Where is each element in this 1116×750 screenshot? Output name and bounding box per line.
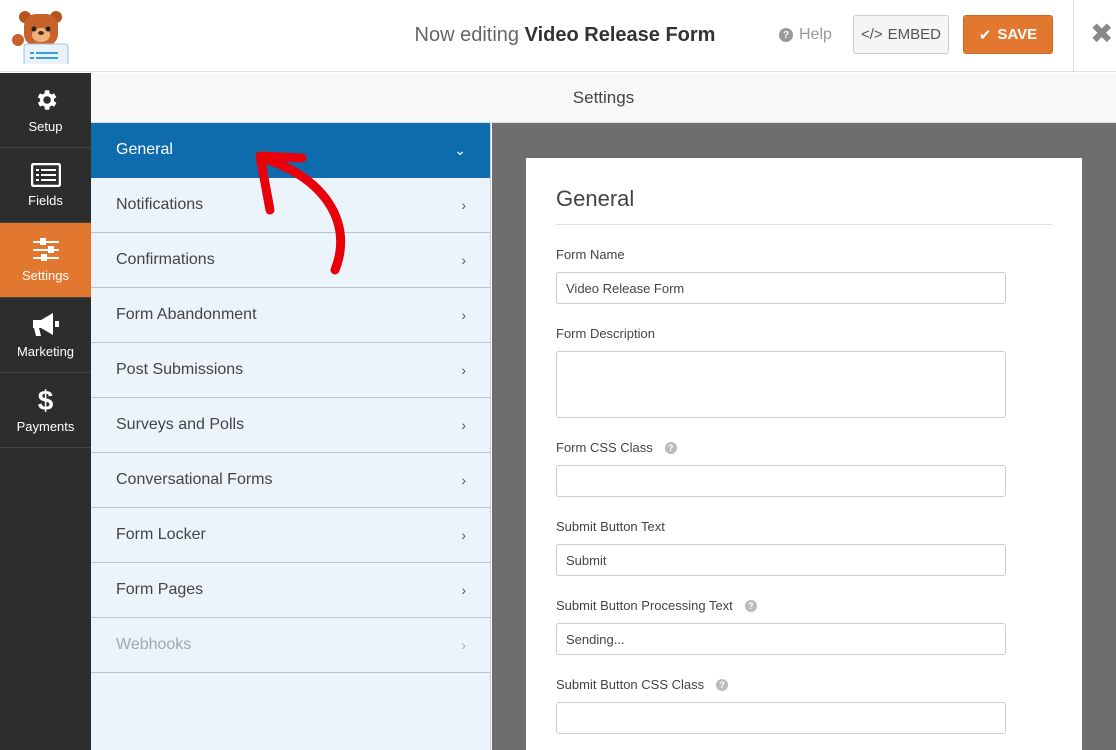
label-text: Submit Button Processing Text — [556, 598, 733, 613]
submit-button-text-label: Submit Button Text — [556, 519, 1052, 534]
label-text: Form Name — [556, 247, 625, 262]
sidebar-label: Settings — [22, 267, 69, 283]
form-name-input[interactable] — [556, 272, 1006, 304]
help-label: Help — [799, 26, 832, 43]
form-name-title: Video Release Form — [524, 24, 716, 46]
dollar-icon: $ — [37, 384, 54, 416]
sidebar-label: Payments — [16, 418, 75, 434]
chevron-down-icon: ⌄ — [454, 141, 466, 158]
chevron-right-icon: › — [461, 472, 466, 488]
help-button[interactable]: ? Help — [779, 26, 832, 44]
save-button[interactable]: ✔ SAVE — [963, 15, 1053, 54]
form-name-label: Form Name — [556, 247, 1052, 262]
panel-item-form-pages[interactable]: Form Pages › — [91, 563, 490, 618]
panel-item-post-submissions[interactable]: Post Submissions › — [91, 343, 490, 398]
sidebar-label: Fields — [28, 192, 63, 208]
panel-label: Webhooks — [116, 636, 192, 653]
sidebar-item-setup[interactable]: Setup — [0, 73, 91, 148]
help-tooltip-icon[interactable]: ? — [744, 599, 757, 612]
submit-button-text-input[interactable] — [556, 544, 1006, 576]
chevron-right-icon: › — [461, 417, 466, 433]
gear-icon — [37, 89, 56, 110]
panel-item-surveys-polls[interactable]: Surveys and Polls › — [91, 398, 490, 453]
chevron-right-icon: › — [461, 637, 466, 653]
list-icon — [30, 162, 61, 187]
panel-item-general[interactable]: General ⌄ — [91, 123, 490, 178]
chevron-right-icon: › — [461, 527, 466, 543]
chevron-right-icon: › — [461, 197, 466, 213]
panel-item-form-locker[interactable]: Form Locker › — [91, 508, 490, 563]
sidebar-item-payments[interactable]: $ Payments — [0, 373, 91, 448]
embed-label: EMBED — [887, 26, 942, 43]
panel-item-form-abandonment[interactable]: Form Abandonment › — [91, 288, 490, 343]
chevron-right-icon: › — [461, 307, 466, 323]
sliders-icon — [32, 237, 59, 261]
label-text: Submit Button Text — [556, 519, 665, 534]
form-css-class-label: Form CSS Class ? — [556, 440, 1052, 455]
panel-item-conversational-forms[interactable]: Conversational Forms › — [91, 453, 490, 508]
panel-label: Conversational Forms — [116, 471, 273, 488]
panel-label: Form Pages — [116, 581, 204, 598]
submit-processing-text-input[interactable] — [556, 623, 1006, 655]
builder-sidebar: Setup Fields Settings Marketing $ Paymen… — [0, 73, 91, 750]
top-bar: Now editing Video Release Form ? Help </… — [0, 0, 1116, 72]
section-title: General — [556, 158, 1052, 225]
panel-label: Post Submissions — [116, 361, 244, 378]
panel-label: Surveys and Polls — [116, 416, 245, 433]
checkmark-icon: ✔ — [978, 26, 992, 44]
chevron-right-icon: › — [461, 362, 466, 378]
chevron-right-icon: › — [461, 252, 466, 268]
general-settings-card: General Form Name Form Description Form … — [526, 158, 1082, 750]
panel-label: Notifications — [116, 196, 204, 213]
label-text: Form Description — [556, 326, 655, 341]
help-tooltip-icon[interactable]: ? — [664, 441, 677, 454]
form-description-textarea[interactable] — [556, 351, 1006, 418]
chevron-right-icon: › — [461, 582, 466, 598]
panel-label: Form Abandonment — [116, 306, 257, 323]
divider — [1073, 0, 1074, 72]
title-prefix: Now editing — [414, 24, 520, 46]
sidebar-item-marketing[interactable]: Marketing — [0, 298, 91, 373]
code-icon: </> — [860, 26, 883, 43]
panel-item-confirmations[interactable]: Confirmations › — [91, 233, 490, 288]
form-css-class-input[interactable] — [556, 465, 1006, 497]
close-icon[interactable]: ✖ — [1090, 20, 1113, 48]
sidebar-label: Setup — [28, 118, 63, 134]
settings-header: Settings — [91, 73, 1116, 123]
sidebar-item-fields[interactable]: Fields — [0, 148, 91, 223]
panel-item-webhooks[interactable]: Webhooks › — [91, 618, 490, 673]
panel-label: Confirmations — [116, 251, 215, 268]
label-text: Submit Button CSS Class — [556, 677, 705, 692]
panel-label: Form Locker — [116, 526, 206, 543]
settings-panel-list: General ⌄ Notifications › Confirmations … — [91, 123, 491, 750]
embed-button[interactable]: </> EMBED — [853, 15, 949, 54]
submit-css-class-label: Submit Button CSS Class ? — [556, 677, 1052, 692]
help-icon: ? — [779, 28, 793, 42]
submit-css-class-input[interactable] — [556, 702, 1006, 734]
submit-processing-text-label: Submit Button Processing Text ? — [556, 598, 1052, 613]
megaphone-icon — [32, 312, 59, 336]
label-text: Form CSS Class — [556, 440, 653, 455]
sidebar-label: Marketing — [16, 343, 75, 359]
help-tooltip-icon[interactable]: ? — [716, 678, 729, 691]
panel-item-notifications[interactable]: Notifications › — [91, 178, 490, 233]
form-description-label: Form Description — [556, 326, 1052, 341]
sidebar-item-settings[interactable]: Settings — [0, 223, 91, 298]
save-label: SAVE — [997, 26, 1038, 43]
panel-label: General — [116, 141, 173, 158]
